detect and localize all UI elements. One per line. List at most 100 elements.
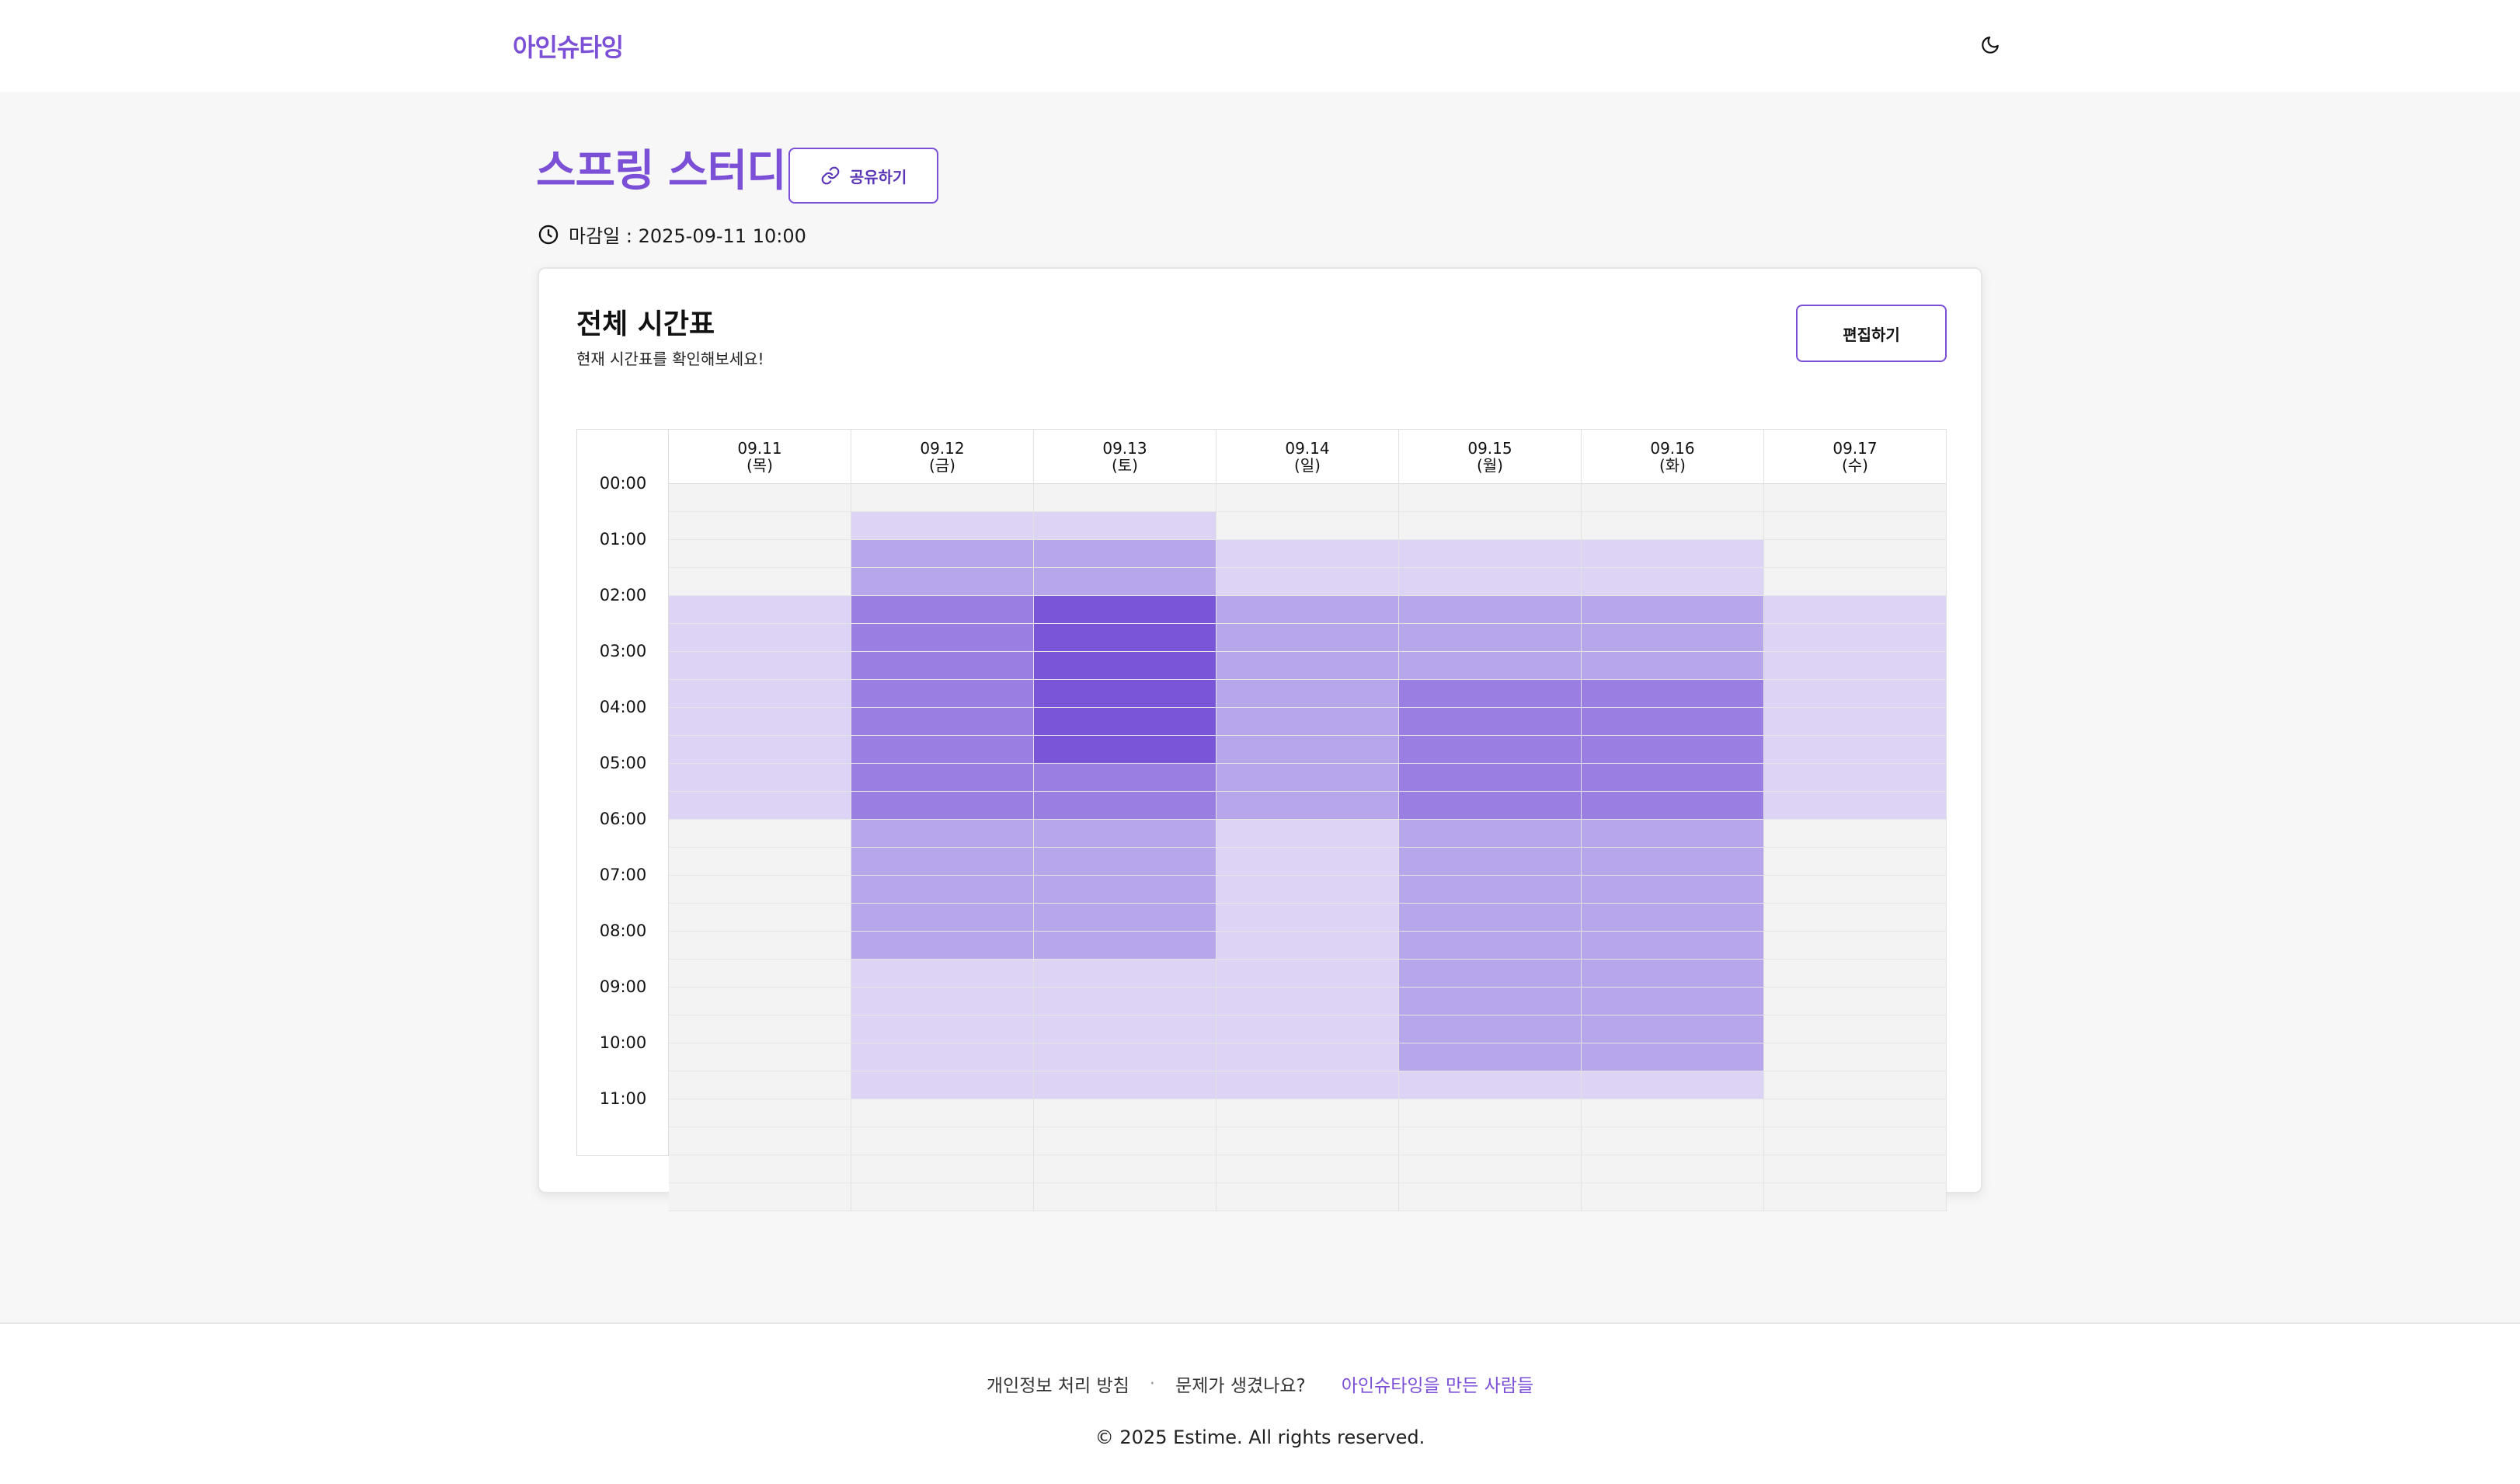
time-slot-cell[interactable] — [1582, 568, 1764, 596]
time-slot-cell[interactable] — [1399, 764, 1582, 792]
time-slot-cell[interactable] — [1034, 540, 1216, 568]
time-slot-cell[interactable] — [669, 1155, 851, 1183]
time-slot-cell[interactable] — [1764, 680, 1947, 708]
time-slot-cell[interactable] — [1399, 988, 1582, 1015]
time-slot-cell[interactable] — [851, 736, 1034, 764]
time-slot-cell[interactable] — [1764, 1155, 1947, 1183]
time-slot-cell[interactable] — [851, 1043, 1034, 1071]
time-slot-cell[interactable] — [851, 1099, 1034, 1127]
time-slot-cell[interactable] — [1399, 680, 1582, 708]
time-slot-cell[interactable] — [1034, 680, 1216, 708]
time-slot-cell[interactable] — [1034, 596, 1216, 624]
time-slot-cell[interactable] — [1582, 596, 1764, 624]
time-slot-cell[interactable] — [1216, 1043, 1399, 1071]
time-slot-cell[interactable] — [851, 568, 1034, 596]
time-slot-cell[interactable] — [1216, 904, 1399, 932]
time-slot-cell[interactable] — [1764, 820, 1947, 848]
time-slot-cell[interactable] — [851, 596, 1034, 624]
time-slot-cell[interactable] — [669, 540, 851, 568]
time-slot-cell[interactable] — [1764, 1183, 1947, 1211]
time-slot-cell[interactable] — [1582, 932, 1764, 960]
time-slot-cell[interactable] — [1034, 512, 1216, 540]
time-slot-cell[interactable] — [1582, 1071, 1764, 1099]
time-slot-cell[interactable] — [1216, 764, 1399, 792]
time-slot-cell[interactable] — [1216, 960, 1399, 988]
time-slot-cell[interactable] — [1582, 1127, 1764, 1155]
time-slot-cell[interactable] — [1399, 484, 1582, 512]
time-slot-cell[interactable] — [669, 988, 851, 1015]
time-slot-cell[interactable] — [1399, 512, 1582, 540]
time-slot-cell[interactable] — [1582, 1015, 1764, 1043]
time-slot-cell[interactable] — [1034, 932, 1216, 960]
time-slot-cell[interactable] — [1582, 1155, 1764, 1183]
time-slot-cell[interactable] — [851, 764, 1034, 792]
time-slot-cell[interactable] — [1399, 820, 1582, 848]
time-slot-cell[interactable] — [1034, 1071, 1216, 1099]
time-slot-cell[interactable] — [1034, 652, 1216, 680]
time-slot-cell[interactable] — [1399, 736, 1582, 764]
time-slot-cell[interactable] — [1764, 568, 1947, 596]
time-slot-cell[interactable] — [1034, 708, 1216, 736]
time-slot-cell[interactable] — [1764, 1127, 1947, 1155]
time-slot-cell[interactable] — [1034, 1043, 1216, 1071]
time-slot-cell[interactable] — [851, 904, 1034, 932]
time-slot-cell[interactable] — [1399, 904, 1582, 932]
time-slot-cell[interactable] — [1582, 848, 1764, 876]
time-slot-cell[interactable] — [1582, 820, 1764, 848]
time-slot-cell[interactable] — [1216, 568, 1399, 596]
time-slot-cell[interactable] — [851, 512, 1034, 540]
time-slot-cell[interactable] — [851, 624, 1034, 652]
time-slot-cell[interactable] — [1764, 624, 1947, 652]
time-slot-cell[interactable] — [1399, 960, 1582, 988]
time-slot-cell[interactable] — [1582, 652, 1764, 680]
time-slot-cell[interactable] — [1216, 680, 1399, 708]
time-slot-cell[interactable] — [851, 1015, 1034, 1043]
time-slot-cell[interactable] — [1764, 904, 1947, 932]
time-slot-cell[interactable] — [1034, 624, 1216, 652]
app-logo[interactable]: 아인슈타잉 — [513, 28, 624, 64]
time-slot-cell[interactable] — [1216, 1183, 1399, 1211]
time-slot-cell[interactable] — [1399, 652, 1582, 680]
theme-toggle-button[interactable] — [1976, 31, 2004, 59]
time-slot-cell[interactable] — [1764, 848, 1947, 876]
time-slot-cell[interactable] — [1034, 904, 1216, 932]
time-slot-cell[interactable] — [669, 904, 851, 932]
time-slot-cell[interactable] — [1034, 848, 1216, 876]
time-slot-cell[interactable] — [1764, 960, 1947, 988]
time-slot-cell[interactable] — [1764, 1099, 1947, 1127]
edit-button[interactable]: 편집하기 — [1796, 305, 1947, 362]
time-slot-cell[interactable] — [1582, 904, 1764, 932]
time-slot-cell[interactable] — [1582, 680, 1764, 708]
time-slot-cell[interactable] — [669, 1071, 851, 1099]
time-slot-cell[interactable] — [1216, 1071, 1399, 1099]
time-slot-cell[interactable] — [1582, 540, 1764, 568]
time-slot-cell[interactable] — [1399, 1127, 1582, 1155]
time-slot-cell[interactable] — [1216, 792, 1399, 820]
time-slot-cell[interactable] — [669, 1099, 851, 1127]
team-link[interactable]: 아인슈타잉을 만든 사람들 — [1342, 1371, 1533, 1397]
time-slot-cell[interactable] — [669, 596, 851, 624]
time-slot-cell[interactable] — [1764, 792, 1947, 820]
time-slot-cell[interactable] — [669, 652, 851, 680]
time-slot-cell[interactable] — [1034, 764, 1216, 792]
time-slot-cell[interactable] — [1034, 1155, 1216, 1183]
time-slot-cell[interactable] — [1582, 1099, 1764, 1127]
report-problem-link[interactable]: 문제가 생겼나요? — [1175, 1371, 1306, 1397]
time-slot-cell[interactable] — [1034, 1099, 1216, 1127]
time-slot-cell[interactable] — [1582, 988, 1764, 1015]
time-slot-cell[interactable] — [1582, 1043, 1764, 1071]
time-slot-cell[interactable] — [851, 1183, 1034, 1211]
time-slot-cell[interactable] — [669, 876, 851, 904]
time-slot-cell[interactable] — [1399, 1043, 1582, 1071]
time-slot-cell[interactable] — [1034, 820, 1216, 848]
time-slot-cell[interactable] — [1764, 876, 1947, 904]
time-slot-cell[interactable] — [1582, 876, 1764, 904]
time-slot-cell[interactable] — [669, 1127, 851, 1155]
time-slot-cell[interactable] — [851, 988, 1034, 1015]
time-slot-cell[interactable] — [1764, 1015, 1947, 1043]
time-slot-cell[interactable] — [669, 512, 851, 540]
time-slot-cell[interactable] — [1216, 1127, 1399, 1155]
time-slot-cell[interactable] — [1399, 848, 1582, 876]
time-slot-cell[interactable] — [1399, 932, 1582, 960]
time-slot-cell[interactable] — [1399, 624, 1582, 652]
